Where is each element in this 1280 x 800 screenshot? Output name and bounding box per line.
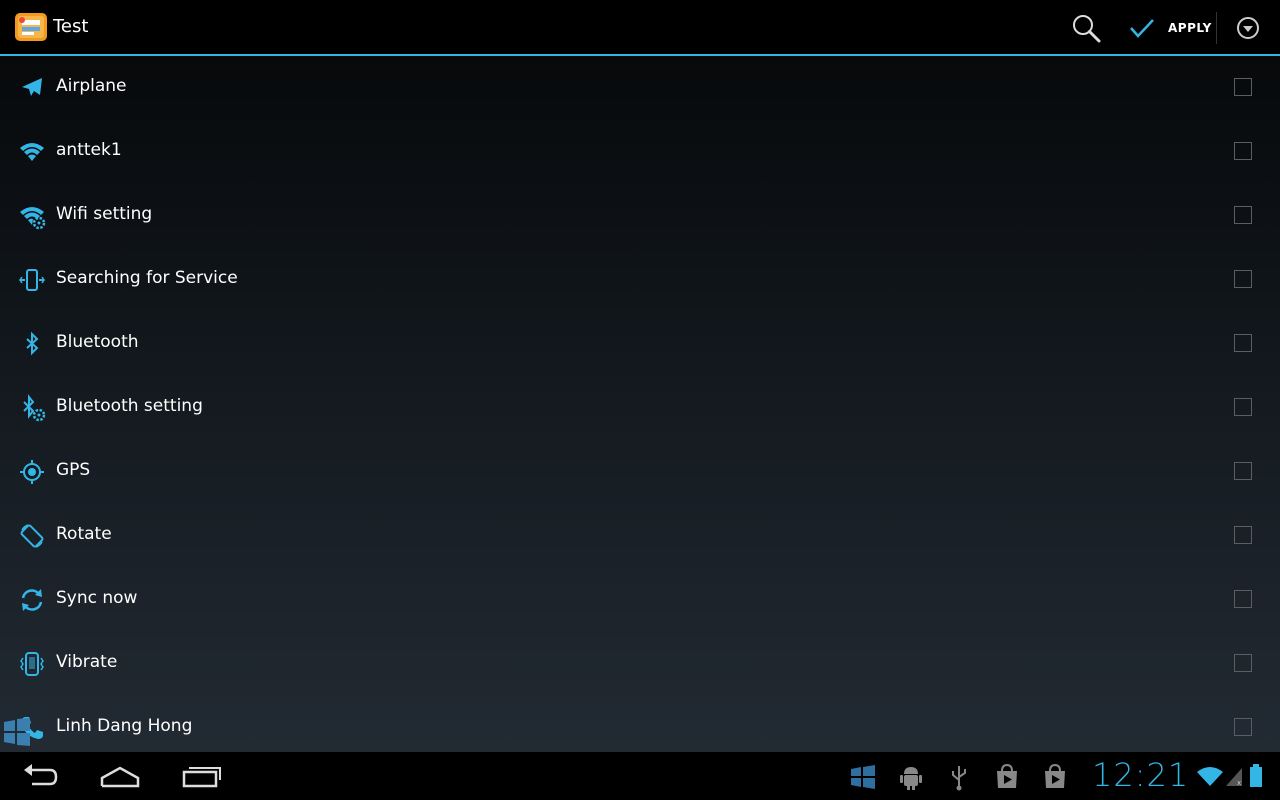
check-icon [1128, 16, 1156, 40]
checkbox[interactable] [1234, 270, 1252, 288]
list-item[interactable]: Sync now [0, 568, 1280, 632]
android-debug-icon[interactable] [896, 762, 926, 792]
list-item-label: Searching for Service [56, 268, 238, 288]
bluetooth-settings-icon [18, 394, 46, 422]
list-item-label: Bluetooth setting [56, 396, 203, 416]
checkbox[interactable] [1234, 590, 1252, 608]
divider [1216, 12, 1217, 44]
checkbox[interactable] [1234, 398, 1252, 416]
list-item[interactable]: Linh Dang Hong [0, 696, 1280, 752]
airplane-icon [18, 74, 46, 102]
svg-text:x: x [1237, 779, 1241, 787]
list-item-label: Rotate [56, 524, 112, 544]
usb-icon[interactable] [944, 762, 974, 792]
list-item[interactable]: anttek1 [0, 120, 1280, 184]
action-bar: Test APPLY [0, 0, 1280, 56]
recents-icon[interactable] [180, 760, 224, 792]
bluetooth-icon [18, 330, 46, 358]
list-item-label: Bluetooth [56, 332, 139, 352]
windows-icon[interactable] [848, 762, 878, 792]
app-title: Test [53, 16, 89, 37]
wifi-signal-icon [1196, 764, 1224, 792]
system-navigation-bar: 12:21 x [0, 752, 1280, 800]
phone-signal-icon [18, 266, 46, 294]
list-item[interactable]: Vibrate [0, 632, 1280, 696]
wifi-icon [18, 138, 46, 166]
vibrate-icon [18, 650, 46, 678]
checkbox[interactable] [1234, 334, 1252, 352]
rotate-icon [18, 522, 46, 550]
checkbox[interactable] [1234, 526, 1252, 544]
app-icon[interactable] [14, 12, 48, 42]
windows-logo-icon [4, 718, 30, 746]
search-icon[interactable] [1070, 12, 1102, 44]
checkbox[interactable] [1234, 142, 1252, 160]
list-item[interactable]: Bluetooth setting [0, 376, 1280, 440]
back-icon[interactable] [18, 760, 62, 792]
list-item-label: Sync now [56, 588, 138, 608]
list-item-label: Vibrate [56, 652, 118, 672]
list-item[interactable]: Bluetooth [0, 312, 1280, 376]
cell-signal-icon: x [1224, 764, 1244, 792]
play-store-icon[interactable] [1040, 762, 1070, 792]
list-item[interactable]: Wifi setting [0, 184, 1280, 248]
checkbox[interactable] [1234, 718, 1252, 736]
list-item-label: Wifi setting [56, 204, 153, 224]
gps-icon [18, 458, 46, 486]
list-item-label: Airplane [56, 76, 127, 96]
sync-icon [18, 586, 46, 614]
checkbox[interactable] [1234, 654, 1252, 672]
overflow-menu-icon[interactable] [1234, 14, 1262, 42]
wifi-settings-icon [18, 202, 46, 230]
battery-icon [1248, 764, 1264, 792]
list-item[interactable]: GPS [0, 440, 1280, 504]
checkbox[interactable] [1234, 206, 1252, 224]
list-item[interactable]: Searching for Service [0, 248, 1280, 312]
apply-label: APPLY [1168, 21, 1212, 35]
list-item-label: anttek1 [56, 140, 122, 160]
list-item[interactable]: Airplane [0, 56, 1280, 120]
play-store-icon[interactable] [992, 762, 1022, 792]
settings-list[interactable]: Airplane anttek1 Wifi setting Searching … [0, 56, 1280, 752]
apply-button[interactable]: APPLY [1124, 10, 1212, 46]
list-item-label: GPS [56, 460, 91, 480]
list-item-label: Linh Dang Hong [56, 716, 193, 736]
checkbox[interactable] [1234, 78, 1252, 96]
list-item[interactable]: Rotate [0, 504, 1280, 568]
checkbox[interactable] [1234, 462, 1252, 480]
home-icon[interactable] [98, 760, 142, 792]
status-clock: 12:21 [1092, 756, 1190, 794]
